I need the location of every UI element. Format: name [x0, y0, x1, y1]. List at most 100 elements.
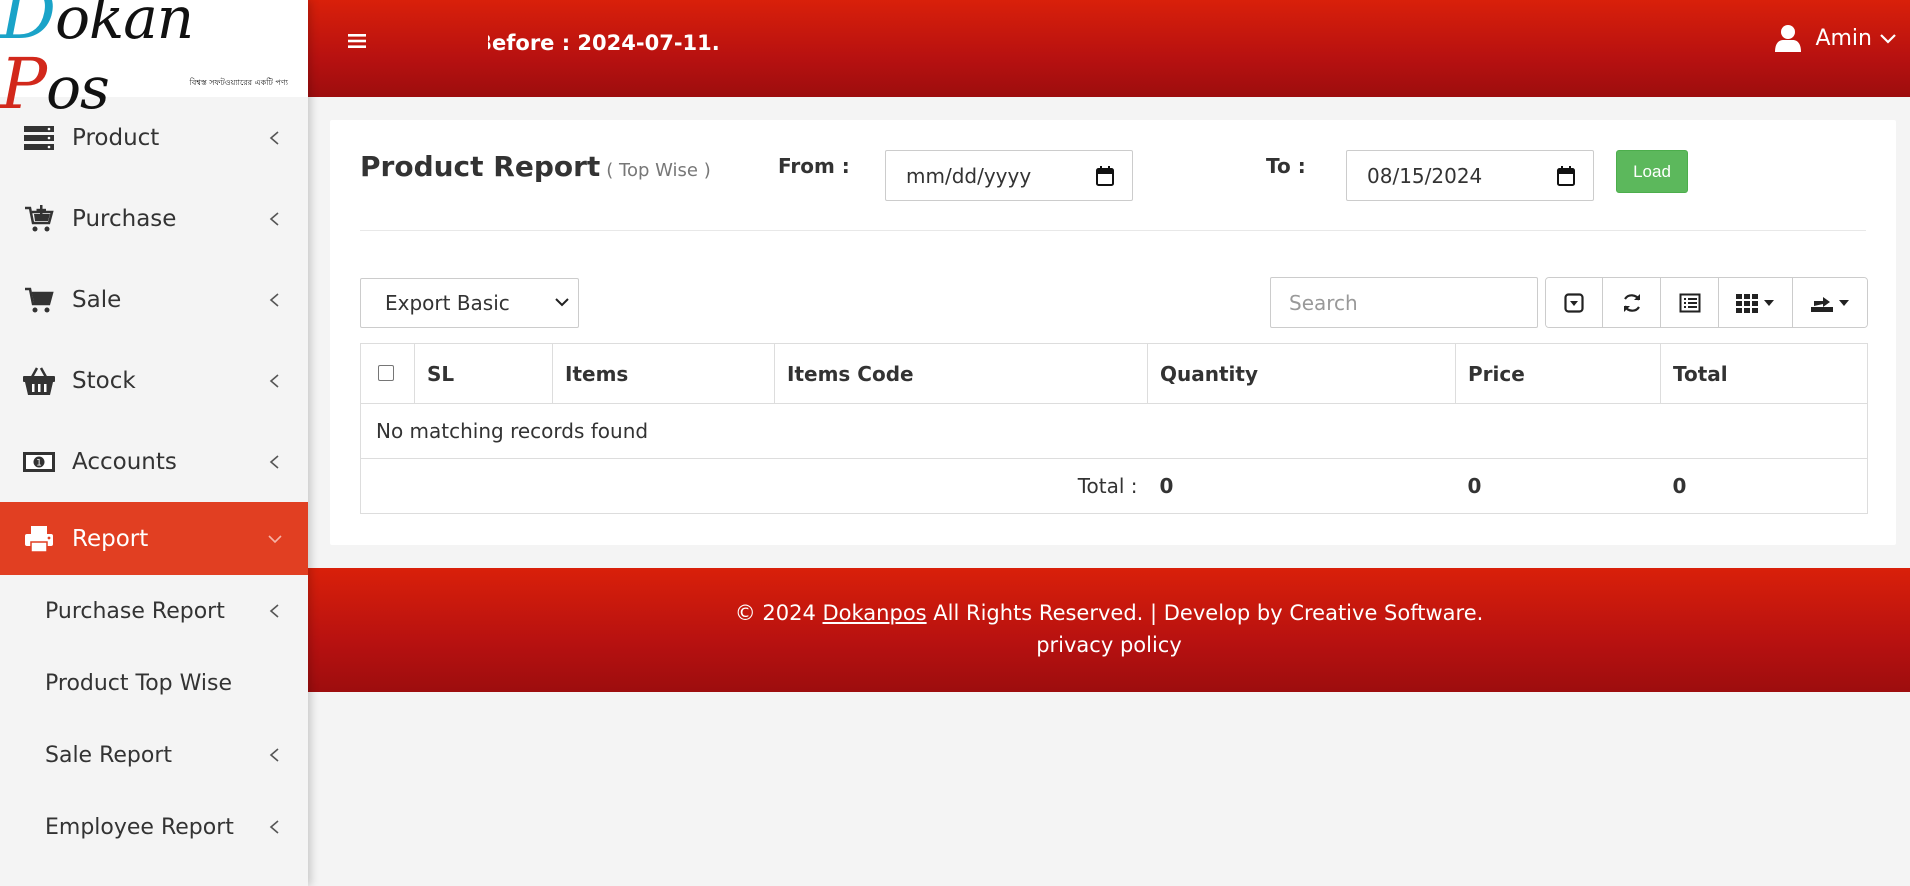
refresh-icon: [1623, 293, 1640, 312]
empty-message: No matching records found: [360, 403, 1868, 459]
empty-row: No matching records found: [360, 403, 1868, 459]
sidebar-item-report[interactable]: Report: [0, 502, 308, 575]
from-date-value: mm/dd/yyyy: [906, 163, 1032, 188]
chevron-left-icon: [269, 292, 279, 307]
user-name: Amin: [1815, 25, 1872, 51]
chevron-down-icon: [268, 534, 282, 543]
submenu-item-employee-report[interactable]: Employee Report: [0, 791, 308, 863]
select-all-cell: [360, 343, 415, 404]
submenu-item-purchase-report[interactable]: Purchase Report: [0, 575, 308, 647]
submenu-item-label: Employee Report: [45, 814, 234, 840]
money-icon: 1: [22, 447, 56, 477]
chevron-left-icon: [269, 130, 279, 145]
sidebar-item-label: Product: [72, 124, 160, 151]
columns-dropdown-button[interactable]: [1719, 278, 1793, 327]
from-date-input[interactable]: mm/dd/yyyy: [885, 150, 1133, 201]
chevron-left-icon: [269, 211, 279, 226]
sidebar-item-label: Purchase: [72, 205, 177, 232]
column-header-total[interactable]: Total: [1660, 343, 1868, 404]
chevron-left-icon: [269, 820, 279, 834]
table-header-row: SL Items Items Code Quantity Price Total: [360, 343, 1868, 404]
chevron-left-icon: [269, 604, 279, 618]
privacy-policy-link[interactable]: privacy policy: [308, 633, 1910, 657]
logo-tagline: বিশ্বস্ত সফটওয়্যারের একটি পণ্য: [189, 78, 288, 87]
export-dropdown-button[interactable]: [1793, 278, 1867, 327]
load-button[interactable]: Load: [1616, 150, 1688, 193]
report-card: Product Report( Top Wise ) From : mm/dd/…: [330, 120, 1896, 545]
select-all-checkbox[interactable]: [378, 364, 394, 381]
export-type-value: Export Basic: [385, 291, 510, 315]
sidebar-item-product[interactable]: Product: [0, 97, 308, 178]
table-footer-row: Total : 0 0 0: [360, 458, 1868, 514]
report-submenu: Purchase Report Product Top Wise Sale Re…: [0, 575, 308, 863]
to-label: To :: [1266, 154, 1306, 178]
footer-copyright: © 2024 Dokanpos All Rights Reserved. | D…: [734, 601, 1484, 625]
report-table: SL Items Items Code Quantity Price Total…: [360, 343, 1868, 514]
printer-icon: [22, 524, 56, 554]
page-subtitle: ( Top Wise ): [606, 160, 711, 181]
toggle-view-button[interactable]: [1661, 278, 1719, 327]
sidebar-item-label: Sale: [72, 286, 122, 313]
sidebar-item-label: Accounts: [72, 448, 177, 475]
top-header: Before : 2024-07-11. Amin: [308, 0, 1910, 97]
footer-total-label: Total :: [360, 458, 1148, 514]
from-label: From :: [778, 154, 850, 178]
logo[interactable]: Dokan Pos বিশ্বস্ত সফটওয়্যারের একটি পণ্…: [0, 0, 308, 119]
submenu-item-product-top-wise[interactable]: Product Top Wise: [0, 647, 308, 719]
search-input[interactable]: Search: [1270, 277, 1538, 328]
to-date-value: 08/15/2024: [1367, 163, 1483, 188]
to-date-input[interactable]: 08/15/2024: [1346, 150, 1594, 201]
sidebar-item-stock[interactable]: Stock: [0, 340, 308, 421]
hamburger-menu-icon[interactable]: [348, 33, 368, 49]
footer-price-total: 0: [1455, 458, 1661, 514]
caret-square-down-icon: [1564, 292, 1584, 313]
chevron-left-icon: [269, 373, 279, 388]
calendar-icon[interactable]: [1557, 166, 1575, 186]
notice-marquee: Before : 2024-07-11.: [488, 30, 848, 62]
column-header-price[interactable]: Price: [1455, 343, 1661, 404]
export-type-select[interactable]: Export Basic: [360, 278, 579, 328]
search-placeholder: Search: [1289, 290, 1358, 315]
sidebar-item-purchase[interactable]: Purchase: [0, 178, 308, 259]
grid-icon: [1736, 293, 1758, 313]
refresh-button[interactable]: [1603, 278, 1661, 327]
sidebar-item-sale[interactable]: Sale: [0, 259, 308, 340]
sidebar: Dokan Pos বিশ্বস্ত সফটওয়্যারের একটি পণ্…: [0, 0, 308, 886]
toggle-pagination-button[interactable]: [1546, 278, 1603, 327]
list-alt-icon: [1679, 293, 1700, 312]
submenu-item-sale-report[interactable]: Sale Report: [0, 719, 308, 791]
calendar-icon[interactable]: [1096, 166, 1114, 186]
svg-text:1: 1: [36, 458, 42, 468]
user-icon: [1775, 25, 1802, 52]
export-icon: [1810, 296, 1833, 312]
chevron-down-icon: [1880, 34, 1896, 44]
divider: [360, 230, 1866, 231]
marquee-text: Before : 2024-07-11.: [488, 31, 720, 55]
caret-down-icon: [1838, 299, 1849, 306]
table-toolbar: [1545, 277, 1868, 328]
page-footer: © 2024 Dokanpos All Rights Reserved. | D…: [308, 568, 1910, 692]
column-header-items-code[interactable]: Items Code: [774, 343, 1148, 404]
page-title: Product Report( Top Wise ): [360, 150, 711, 183]
sidebar-item-label: Report: [72, 525, 149, 552]
chevron-left-icon: [269, 454, 279, 469]
submenu-item-label: Sale Report: [45, 742, 173, 768]
cart-plus-icon: [22, 204, 56, 234]
chevron-left-icon: [269, 748, 279, 762]
server-icon: [22, 123, 56, 153]
submenu-item-label: Product Top Wise: [45, 670, 233, 696]
sidebar-item-accounts[interactable]: 1 Accounts: [0, 421, 308, 502]
column-header-quantity[interactable]: Quantity: [1147, 343, 1456, 404]
column-header-sl[interactable]: SL: [414, 343, 553, 404]
submenu-item-label: Purchase Report: [45, 598, 225, 624]
sidebar-menu: Product Purchase Sale Stock 1 Accounts R…: [0, 97, 308, 863]
cart-icon: [22, 285, 56, 315]
user-menu[interactable]: Amin: [1775, 24, 1896, 52]
column-header-items[interactable]: Items: [552, 343, 775, 404]
dokanpos-link[interactable]: Dokanpos: [823, 601, 927, 625]
sidebar-item-label: Stock: [72, 367, 136, 394]
footer-quantity-total: 0: [1147, 458, 1456, 514]
caret-down-icon: [1764, 299, 1774, 306]
basket-icon: [22, 366, 56, 396]
footer-grand-total: 0: [1660, 458, 1868, 514]
